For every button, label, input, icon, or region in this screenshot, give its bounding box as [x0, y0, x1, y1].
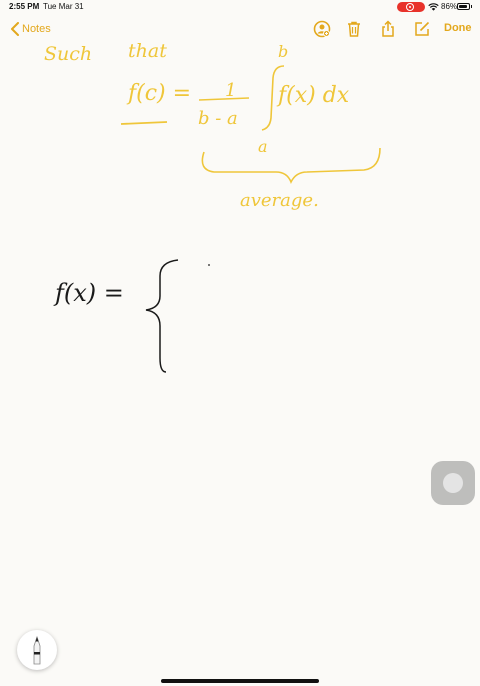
handwriting-lower-limit: a [258, 137, 268, 156]
handwriting-that: that [128, 40, 167, 62]
assistive-touch-icon [443, 473, 463, 493]
assistive-touch-button[interactable] [431, 461, 475, 505]
handwriting-f-of-x: f(x) = [53, 279, 124, 307]
handwriting-upper-limit: b [278, 42, 288, 61]
drawing-canvas[interactable]: Such that b f(c) = 1 b - a f(x) dx a ave… [0, 0, 480, 686]
handwriting-f-of-c: f(c) = [126, 81, 191, 106]
underline-mark [120, 121, 168, 125]
underbrace-mark [201, 147, 381, 184]
handwriting-integrand: f(x) dx [276, 83, 350, 108]
pencil-tool-button[interactable] [17, 630, 57, 670]
handwriting-denominator: b - a [198, 108, 238, 129]
handwriting-such: Such [44, 43, 92, 65]
pencil-icon [33, 635, 41, 665]
ink-dot [208, 264, 210, 266]
handwriting-average: average. [240, 190, 319, 211]
home-indicator[interactable] [161, 679, 319, 683]
piecewise-brace [145, 259, 179, 373]
fraction-bar [198, 97, 250, 101]
